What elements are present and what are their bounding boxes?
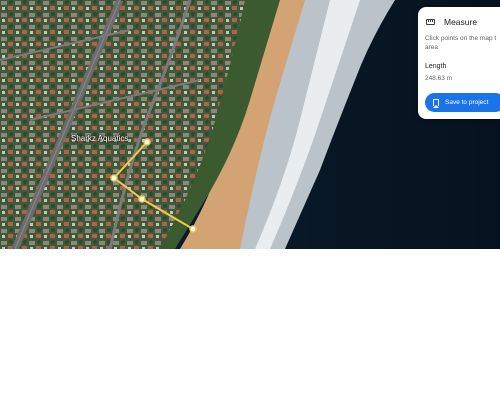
measure-hint: Click points on the map t area: [425, 34, 500, 52]
measure-hint-line: area: [425, 44, 439, 51]
save-button-label: Save to project: [445, 99, 489, 106]
save-to-project-button[interactable]: Save to project: [425, 93, 500, 112]
place-label[interactable]: Sharkz Aquatics: [71, 134, 128, 143]
panel-header: Measure: [426, 17, 477, 27]
measure-hint-line: Click points on the map t: [425, 35, 497, 42]
measure-point[interactable]: [189, 225, 197, 233]
bookmark-icon: [433, 99, 439, 108]
measure-point[interactable]: [143, 138, 151, 146]
measure-panel: Measure Click points on the map t area L…: [418, 7, 500, 119]
measure-point[interactable]: [138, 195, 146, 203]
length-label: Length: [425, 63, 447, 70]
measure-point[interactable]: [110, 174, 118, 182]
ruler-icon: [426, 19, 435, 25]
panel-title: Measure: [444, 17, 478, 27]
length-value: 248.63 m: [425, 75, 453, 82]
